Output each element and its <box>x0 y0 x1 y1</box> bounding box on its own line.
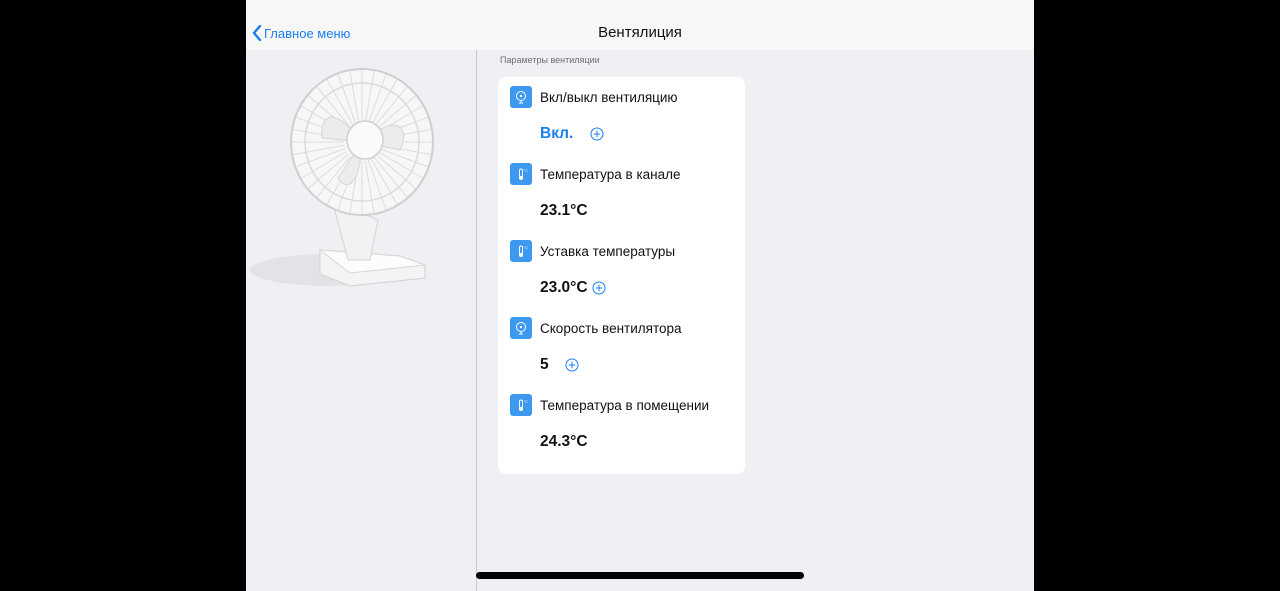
fan-speed-value[interactable]: 5 <box>540 356 549 374</box>
thermometer-icon: °C <box>510 240 532 262</box>
page-title: Вентялиция <box>598 24 682 41</box>
row-label: Температура в помещении <box>540 397 710 413</box>
row-temperature-setpoint: °C Уставка температуры <box>510 240 675 262</box>
fan-illustration <box>250 68 434 287</box>
section-header: Параметры вентиляции <box>500 55 600 65</box>
value-row: 23.0°C <box>540 279 606 297</box>
device-image-pane <box>246 50 476 591</box>
thermometer-icon: °C <box>510 163 532 185</box>
channel-temperature-value: 23.1°C <box>540 202 588 219</box>
thermometer-icon: °C <box>510 394 532 416</box>
row-label: Скорость вентилятора <box>540 320 682 336</box>
svg-text:°C: °C <box>524 246 528 250</box>
add-circle-icon[interactable] <box>592 281 606 295</box>
add-circle-icon[interactable] <box>590 127 604 141</box>
room-temperature-value: 24.3°C <box>540 433 588 450</box>
row-fan-speed: Скорость вентилятора <box>510 317 682 339</box>
row-channel-temperature: °C Температура в канале <box>510 163 681 185</box>
value-row: Вкл. <box>540 125 604 143</box>
temperature-setpoint-value[interactable]: 23.0°C <box>540 279 588 297</box>
svg-text:°C: °C <box>524 400 528 404</box>
app-screen: Главное меню Вентялиция Параметры вентил… <box>246 0 1034 591</box>
row-label: Вкл/выкл вентиляцию <box>540 89 678 105</box>
fan-icon <box>510 317 532 339</box>
navigation-bar: Главное меню Вентялиция <box>246 0 1034 50</box>
pane-divider <box>476 50 477 591</box>
value-row: 23.1°C <box>540 202 588 220</box>
value-row: 5 <box>540 356 579 374</box>
ventilation-state-value[interactable]: Вкл. <box>540 125 573 143</box>
fan-icon <box>510 86 532 108</box>
add-circle-icon[interactable] <box>565 358 579 372</box>
value-row: 24.3°C <box>540 433 588 451</box>
svg-text:°C: °C <box>524 169 528 173</box>
row-room-temperature: °C Температура в помещении <box>510 394 709 416</box>
home-indicator[interactable] <box>476 572 804 579</box>
row-label: Температура в канале <box>540 166 681 182</box>
row-ventilation-toggle: Вкл/выкл вентиляцию <box>510 86 678 108</box>
parameters-card: Вкл/выкл вентиляцию Вкл. °C Температура … <box>498 77 745 474</box>
row-label: Уставка температуры <box>540 243 676 259</box>
